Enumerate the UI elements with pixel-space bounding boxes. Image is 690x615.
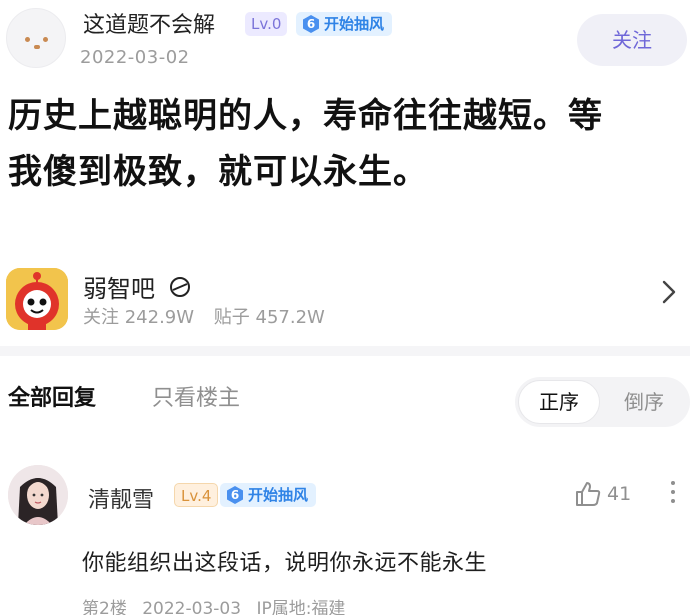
post-date: 2022-03-02: [80, 47, 190, 68]
reply-author-name[interactable]: 清靓雪: [88, 482, 154, 514]
post-header: 这道题不会解 Lv.0 6 开始抽风 2022-03-02 关注: [0, 0, 690, 78]
reply-ip: IP属地:福建: [256, 599, 346, 615]
tab-all-replies[interactable]: 全部回复: [8, 380, 96, 412]
tab-op-only[interactable]: 只看楼主: [152, 380, 240, 412]
forum-stats: 关注 242.9W 贴子 457.2W: [83, 303, 339, 329]
section-divider: [0, 346, 690, 356]
reply-floor: 第2楼: [82, 599, 127, 615]
reply-meta: 第2楼 2022-03-03 IP属地:福建: [82, 594, 355, 615]
gift-level: 6: [306, 17, 316, 31]
forum-name[interactable]: 弱智吧: [83, 269, 191, 304]
sort-desc-button[interactable]: 倒序: [600, 380, 688, 424]
chevron-right-icon[interactable]: [662, 280, 676, 308]
gift-badge: 6 开始抽风: [296, 12, 393, 36]
post-content-line: 历史上越聪明的人，寿命往往越短。等: [8, 96, 603, 136]
gift-level: 6: [230, 488, 240, 502]
gift-hex-icon: 6: [301, 14, 321, 34]
thumbs-up-icon[interactable]: [574, 480, 602, 508]
author-name[interactable]: 这道题不会解: [83, 7, 215, 39]
reply-level-badge: Lv.4: [174, 483, 219, 507]
forum-card[interactable]: 弱智吧 关注 242.9W 贴子 457.2W: [0, 258, 690, 343]
forum-follow-stat: 关注 242.9W: [83, 307, 195, 328]
reply-content: 你能组织出这段话，说明你永远不能永生: [82, 551, 488, 576]
reply-avatar[interactable]: [8, 465, 68, 525]
post-content-line: 我傻到极致，就可以永生。: [8, 152, 428, 192]
reply-gift-badge: 6 开始抽风: [220, 483, 317, 507]
like-count: 41: [607, 483, 632, 505]
follow-button[interactable]: 关注: [577, 14, 687, 66]
gift-label: 开始抽风: [324, 15, 385, 33]
author-level-badge: Lv.0: [245, 12, 288, 36]
forum-post-stat: 贴子 457.2W: [213, 307, 325, 328]
post-content: 历史上越聪明的人，寿命往往越短。等 我傻到极致，就可以永生。: [8, 88, 678, 200]
reply-date: 2022-03-03: [142, 599, 242, 615]
gift-hex-icon: 6: [225, 485, 245, 505]
forum-name-text: 弱智吧: [83, 275, 155, 303]
sort-asc-button[interactable]: 正序: [518, 380, 600, 424]
verified-icon: [169, 276, 191, 304]
more-vertical-icon[interactable]: [670, 481, 676, 509]
author-avatar[interactable]: [6, 8, 66, 68]
gift-label: 开始抽风: [248, 486, 309, 504]
forum-avatar: [6, 268, 68, 330]
